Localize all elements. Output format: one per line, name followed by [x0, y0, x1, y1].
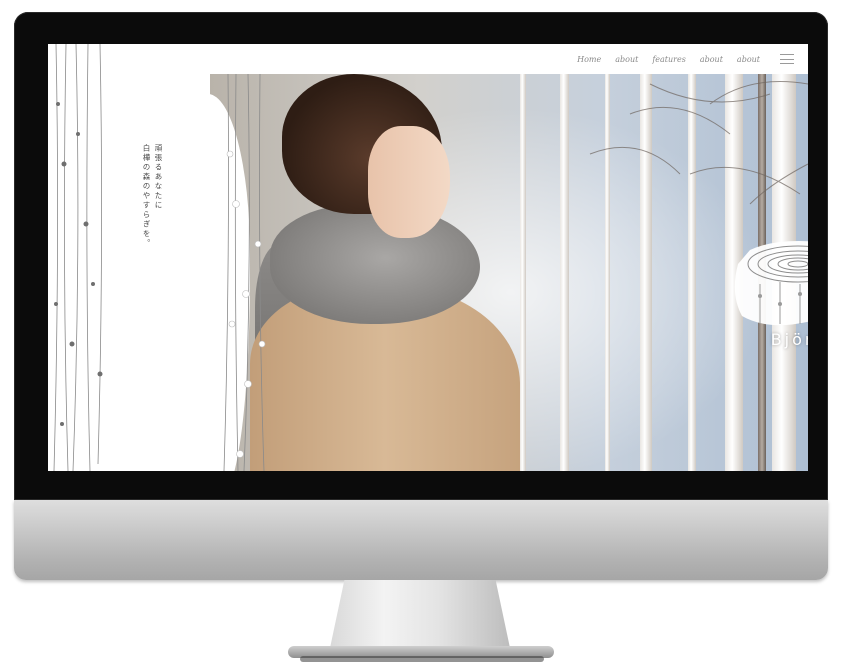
menu-bar	[780, 63, 794, 64]
monitor-stand-neck	[330, 580, 510, 648]
nav-home[interactable]: Home	[577, 55, 601, 64]
nav-features[interactable]: features	[652, 55, 686, 64]
monitor-stand-shadow	[300, 656, 544, 662]
menu-bar	[780, 54, 794, 55]
tagline-line-2: 白樺の森のやすらぎを。	[142, 144, 151, 249]
top-navigation: Home about features about about	[577, 54, 794, 64]
vertical-tagline: 頑張るあなたに 白樺の森のやすらぎを。	[140, 144, 164, 284]
brand-name: Björka	[770, 330, 808, 349]
nav-about-3[interactable]: about	[737, 55, 760, 64]
tagline-line-1: 頑張るあなたに	[154, 144, 163, 211]
nav-about[interactable]: about	[615, 55, 638, 64]
hamburger-menu-icon[interactable]	[780, 54, 794, 64]
monitor-chin	[14, 500, 828, 580]
hero-image: Björka	[210, 74, 808, 471]
website-screen: Björka	[48, 44, 808, 471]
face	[368, 126, 450, 238]
menu-bar	[780, 58, 794, 60]
nav-about-2[interactable]: about	[700, 55, 723, 64]
